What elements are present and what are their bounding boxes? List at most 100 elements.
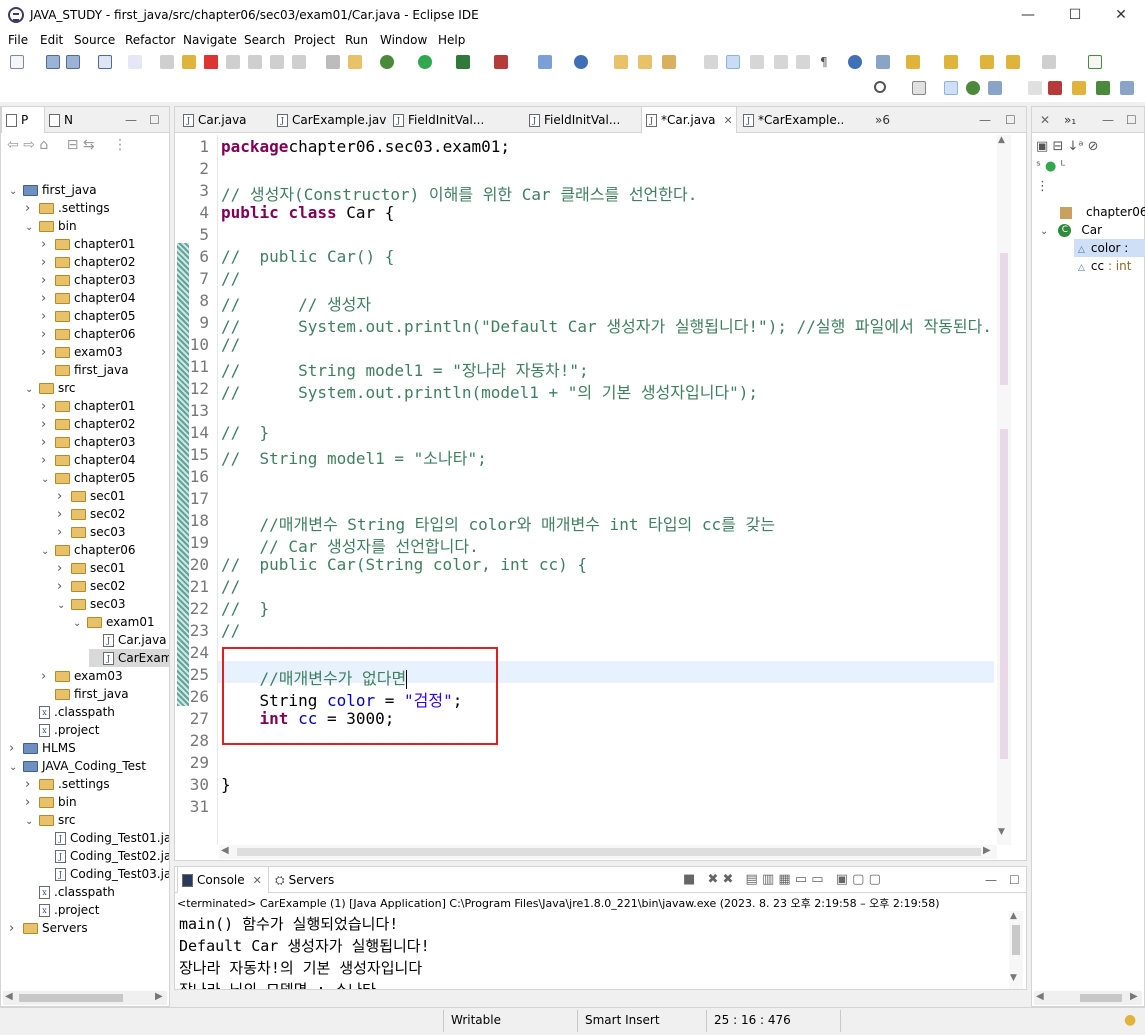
tree-item[interactable]: › sec03: [57, 523, 126, 541]
chevron-right-icon[interactable]: ›: [41, 308, 55, 326]
menu-run[interactable]: Run: [345, 33, 368, 47]
scroll-right-icon[interactable]: ▶: [1130, 991, 1138, 1002]
tree-item[interactable]: › chapter02: [41, 415, 135, 433]
chevron-down-icon[interactable]: ⌄: [41, 543, 55, 561]
tree-item[interactable]: › chapter04: [41, 289, 135, 307]
chevron-right-icon[interactable]: ›: [41, 344, 55, 362]
chevron-right-icon[interactable]: ›: [25, 200, 39, 218]
tab-package-explorer[interactable]: P: [1, 107, 45, 133]
code-line[interactable]: //: [221, 577, 240, 596]
tree-item[interactable]: J Car.java: [89, 631, 167, 649]
terminate-icon[interactable]: [204, 55, 218, 69]
chevron-right-icon[interactable]: ›: [41, 290, 55, 308]
outline-class[interactable]: ⌄ C Car: [1040, 221, 1102, 239]
tree-item[interactable]: › HLMS: [9, 739, 76, 757]
code-line[interactable]: // public Car(String color, int cc) {: [221, 555, 587, 574]
hide-local-types-icon[interactable]: ᴸ: [1060, 159, 1065, 174]
maximize-view-button[interactable]: ☐: [145, 107, 165, 133]
tree-item[interactable]: ⌄ JAVA_Coding_Test: [9, 757, 146, 775]
menu-refactor[interactable]: Refactor: [125, 33, 175, 47]
chevron-right-icon[interactable]: ›: [41, 398, 55, 416]
chevron-right-icon[interactable]: ›: [41, 452, 55, 470]
last-edit-location-icon[interactable]: [980, 55, 994, 69]
tree-item[interactable]: › exam03: [41, 667, 123, 685]
code-line[interactable]: // System.out.println(model1 + "의 기본 생성자…: [221, 379, 758, 403]
code-line[interactable]: //매개변수 String 타입의 color와 매개변수 int 타입의 cc…: [221, 511, 775, 535]
step-over-icon[interactable]: [270, 55, 284, 69]
previous-annotation-icon[interactable]: [944, 55, 958, 69]
chevron-down-icon[interactable]: ⌄: [1040, 226, 1048, 237]
tree-item[interactable]: ⌄ first_java: [9, 181, 97, 199]
chevron-down-icon[interactable]: ⌄: [41, 471, 55, 489]
scroll-right-icon[interactable]: ▶: [983, 845, 991, 856]
tab-navigator[interactable]: N: [45, 107, 89, 133]
scroll-right-icon[interactable]: ▶: [155, 991, 163, 1002]
tree-item[interactable]: ⌄ bin: [25, 217, 77, 235]
search-tool-icon[interactable]: [662, 55, 676, 69]
remove-all-icon[interactable]: ✖: [722, 872, 733, 887]
tree-item[interactable]: ⌄ chapter06: [41, 541, 135, 559]
search-icon[interactable]: [874, 81, 886, 93]
scroll-lock-icon[interactable]: ▥: [762, 872, 774, 887]
chevron-down-icon[interactable]: ⌄: [57, 597, 71, 615]
tree-horizontal-scrollbar[interactable]: ◀ ▶: [3, 991, 167, 1005]
tree-item[interactable]: x .classpath: [25, 703, 115, 721]
menu-project[interactable]: Project: [294, 33, 335, 47]
scroll-left-icon[interactable]: ◀: [221, 845, 229, 856]
scrollbar-thumb[interactable]: [19, 994, 123, 1002]
tree-item[interactable]: J CarExam: [89, 649, 169, 667]
open-perspective-icon[interactable]: [348, 55, 362, 69]
tip-icon[interactable]: ●: [1124, 1012, 1136, 1028]
tab-car-java[interactable]: J Car.java: [179, 107, 271, 133]
outline-package[interactable]: chapter06: [1060, 203, 1145, 221]
chevron-down-icon[interactable]: ⌄: [9, 183, 23, 201]
word-wrap-icon[interactable]: [796, 55, 810, 69]
tree-item[interactable]: first_java: [41, 361, 129, 379]
maximize-console-button[interactable]: ☐: [1005, 867, 1025, 893]
chevron-right-icon[interactable]: ›: [41, 416, 55, 434]
close-tab-icon[interactable]: ✕: [724, 114, 733, 127]
scroll-down-icon[interactable]: ▼: [1010, 973, 1017, 983]
tree-item[interactable]: › sec01: [57, 487, 126, 505]
tree-item[interactable]: › Servers: [9, 919, 88, 937]
navigator-mini-icon[interactable]: [1072, 81, 1086, 95]
tab-fieldinitval-1[interactable]: J FieldInitVal...: [389, 107, 493, 133]
remove-launch-icon[interactable]: ✖: [707, 872, 718, 887]
java-perspective-icon[interactable]: [944, 81, 958, 95]
tree-item[interactable]: › .settings: [25, 199, 110, 217]
back-icon[interactable]: ⇦: [7, 137, 19, 153]
editor-horizontal-scrollbar[interactable]: ◀ ▶: [219, 845, 997, 859]
console-scrollbar[interactable]: ▲ ▼: [1009, 911, 1023, 989]
chevron-right-icon[interactable]: ›: [25, 794, 39, 812]
pin-console-icon[interactable]: ▣: [836, 872, 848, 887]
new-icon[interactable]: [10, 55, 24, 69]
pin-editor-icon[interactable]: [1088, 55, 1102, 69]
collapse-all-icon[interactable]: ⊟: [1052, 139, 1063, 154]
toggle-mark-occurrences-icon[interactable]: [704, 55, 718, 69]
code-line[interactable]: //: [221, 335, 240, 354]
code-line[interactable]: public class Car {: [221, 203, 394, 222]
code-line[interactable]: //: [221, 269, 240, 288]
resource-perspective-icon[interactable]: [988, 81, 1002, 95]
debug-icon[interactable]: [380, 55, 394, 69]
open-console-icon[interactable]: ▢: [869, 872, 881, 887]
scroll-down-icon[interactable]: ▼: [998, 827, 1005, 837]
chevron-right-icon[interactable]: ›: [41, 668, 55, 686]
show-whitespace-icon[interactable]: [774, 55, 788, 69]
scrollbar-thumb[interactable]: [1012, 925, 1020, 955]
code-line[interactable]: // }: [221, 423, 269, 442]
status-insert-mode[interactable]: Smart Insert: [585, 1013, 660, 1027]
close-console-icon[interactable]: ✕: [253, 874, 262, 887]
tree-item[interactable]: › sec02: [57, 505, 126, 523]
debug-perspective-icon[interactable]: [966, 81, 980, 95]
hide-nonpublic-icon[interactable]: ●: [1045, 159, 1056, 174]
tree-item[interactable]: › sec02: [57, 577, 126, 595]
tree-item[interactable]: › chapter05: [41, 307, 135, 325]
minimize-editor-button[interactable]: —: [975, 107, 995, 133]
close-button[interactable]: ✕: [1098, 0, 1144, 30]
tree-item[interactable]: › chapter02: [41, 253, 135, 271]
back-icon[interactable]: [1006, 55, 1020, 69]
tree-item[interactable]: ⌄ src: [25, 811, 76, 829]
chevron-right-icon[interactable]: ›: [41, 254, 55, 272]
scroll-left-icon[interactable]: ◀: [5, 991, 13, 1002]
